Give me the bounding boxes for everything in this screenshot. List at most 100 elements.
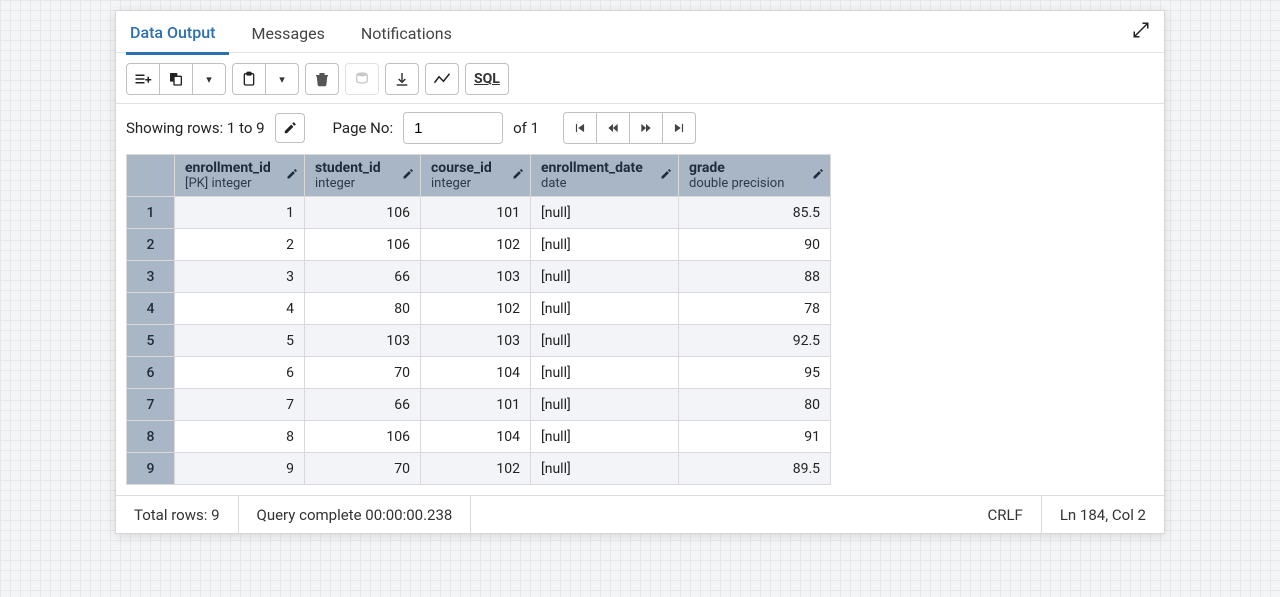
tab-messages[interactable]: Messages: [247, 16, 338, 53]
edit-column-icon[interactable]: [660, 168, 672, 184]
next-page-button[interactable]: [629, 112, 663, 144]
cell-course_id[interactable]: 103: [421, 261, 531, 293]
cell-enrollment_date[interactable]: [null]: [531, 229, 679, 261]
query-time-label: Query complete 00:00:00.238: [239, 496, 472, 533]
row-number-cell[interactable]: 2: [127, 229, 175, 261]
delete-row-button[interactable]: [305, 63, 339, 95]
download-button[interactable]: [385, 63, 419, 95]
row-number-cell[interactable]: 7: [127, 389, 175, 421]
cell-course_id[interactable]: 102: [421, 453, 531, 485]
edit-column-icon[interactable]: [286, 168, 298, 184]
cell-student_id[interactable]: 106: [305, 229, 421, 261]
row-number-cell[interactable]: 8: [127, 421, 175, 453]
cell-enrollment_id[interactable]: 7: [175, 389, 305, 421]
row-number-cell[interactable]: 5: [127, 325, 175, 357]
table-row[interactable]: 4480102[null]78: [127, 293, 831, 325]
cell-enrollment_date[interactable]: [null]: [531, 261, 679, 293]
cell-grade[interactable]: 89.5: [679, 453, 831, 485]
row-number-cell[interactable]: 6: [127, 357, 175, 389]
table-row[interactable]: 3366103[null]88: [127, 261, 831, 293]
cell-grade[interactable]: 80: [679, 389, 831, 421]
add-row-button[interactable]: [126, 63, 160, 95]
save-data-button[interactable]: [345, 63, 379, 95]
edit-range-button[interactable]: [275, 113, 305, 143]
cell-grade[interactable]: 85.5: [679, 197, 831, 229]
row-number-cell[interactable]: 4: [127, 293, 175, 325]
table-row[interactable]: 9970102[null]89.5: [127, 453, 831, 485]
cell-enrollment_id[interactable]: 4: [175, 293, 305, 325]
cell-enrollment_id[interactable]: 8: [175, 421, 305, 453]
cell-student_id[interactable]: 66: [305, 261, 421, 293]
last-page-button[interactable]: [662, 112, 696, 144]
cell-grade[interactable]: 95: [679, 357, 831, 389]
column-type: date: [541, 176, 668, 191]
paste-dropdown-button[interactable]: ▾: [265, 63, 299, 95]
data-grid[interactable]: enrollment_id [PK] integer student_id in…: [126, 154, 831, 485]
tab-data-output[interactable]: Data Output: [126, 15, 229, 55]
expand-icon[interactable]: [1132, 21, 1150, 43]
table-row[interactable]: 11106101[null]85.5: [127, 197, 831, 229]
cell-student_id[interactable]: 106: [305, 421, 421, 453]
first-page-button[interactable]: [563, 112, 597, 144]
table-row[interactable]: 22106102[null]90: [127, 229, 831, 261]
cell-student_id[interactable]: 80: [305, 293, 421, 325]
edit-column-icon[interactable]: [512, 168, 524, 184]
chart-button[interactable]: [425, 63, 459, 95]
column-header-student_id[interactable]: student_id integer: [305, 155, 421, 197]
edit-column-icon[interactable]: [402, 168, 414, 184]
copy-button[interactable]: [159, 63, 193, 95]
row-number-header[interactable]: [127, 155, 175, 197]
cell-student_id[interactable]: 70: [305, 453, 421, 485]
cell-enrollment_id[interactable]: 6: [175, 357, 305, 389]
table-row[interactable]: 7766101[null]80: [127, 389, 831, 421]
cell-enrollment_date[interactable]: [null]: [531, 325, 679, 357]
column-header-enrollment_date[interactable]: enrollment_date date: [531, 155, 679, 197]
cell-grade[interactable]: 91: [679, 421, 831, 453]
cell-enrollment_id[interactable]: 1: [175, 197, 305, 229]
tab-bar: Data Output Messages Notifications: [116, 11, 1164, 53]
cell-enrollment_date[interactable]: [null]: [531, 389, 679, 421]
table-row[interactable]: 88106104[null]91: [127, 421, 831, 453]
column-name: student_id: [315, 160, 381, 176]
cell-enrollment_date[interactable]: [null]: [531, 453, 679, 485]
cell-enrollment_date[interactable]: [null]: [531, 421, 679, 453]
cell-enrollment_date[interactable]: [null]: [531, 293, 679, 325]
cell-enrollment_id[interactable]: 9: [175, 453, 305, 485]
table-row[interactable]: 6670104[null]95: [127, 357, 831, 389]
column-header-course_id[interactable]: course_id integer: [421, 155, 531, 197]
page-number-input[interactable]: [403, 112, 503, 144]
sql-button[interactable]: SQL: [465, 63, 509, 95]
cell-grade[interactable]: 88: [679, 261, 831, 293]
cell-enrollment_id[interactable]: 3: [175, 261, 305, 293]
cell-course_id[interactable]: 102: [421, 229, 531, 261]
tab-notifications[interactable]: Notifications: [357, 16, 466, 53]
cell-student_id[interactable]: 106: [305, 197, 421, 229]
cell-student_id[interactable]: 103: [305, 325, 421, 357]
column-header-grade[interactable]: grade double precision: [679, 155, 831, 197]
row-number-cell[interactable]: 3: [127, 261, 175, 293]
cursor-position-label: Ln 184, Col 2: [1042, 496, 1164, 533]
copy-dropdown-button[interactable]: ▾: [192, 63, 226, 95]
edit-column-icon[interactable]: [812, 168, 824, 184]
cell-grade[interactable]: 92.5: [679, 325, 831, 357]
cell-course_id[interactable]: 103: [421, 325, 531, 357]
cell-enrollment_date[interactable]: [null]: [531, 197, 679, 229]
cell-course_id[interactable]: 101: [421, 389, 531, 421]
cell-student_id[interactable]: 70: [305, 357, 421, 389]
cell-course_id[interactable]: 101: [421, 197, 531, 229]
cell-course_id[interactable]: 104: [421, 357, 531, 389]
cell-course_id[interactable]: 102: [421, 293, 531, 325]
cell-enrollment_id[interactable]: 5: [175, 325, 305, 357]
cell-enrollment_date[interactable]: [null]: [531, 357, 679, 389]
paste-button[interactable]: [232, 63, 266, 95]
cell-student_id[interactable]: 66: [305, 389, 421, 421]
cell-enrollment_id[interactable]: 2: [175, 229, 305, 261]
cell-course_id[interactable]: 104: [421, 421, 531, 453]
column-header-enrollment_id[interactable]: enrollment_id [PK] integer: [175, 155, 305, 197]
prev-page-button[interactable]: [596, 112, 630, 144]
row-number-cell[interactable]: 1: [127, 197, 175, 229]
cell-grade[interactable]: 90: [679, 229, 831, 261]
cell-grade[interactable]: 78: [679, 293, 831, 325]
table-row[interactable]: 55103103[null]92.5: [127, 325, 831, 357]
row-number-cell[interactable]: 9: [127, 453, 175, 485]
